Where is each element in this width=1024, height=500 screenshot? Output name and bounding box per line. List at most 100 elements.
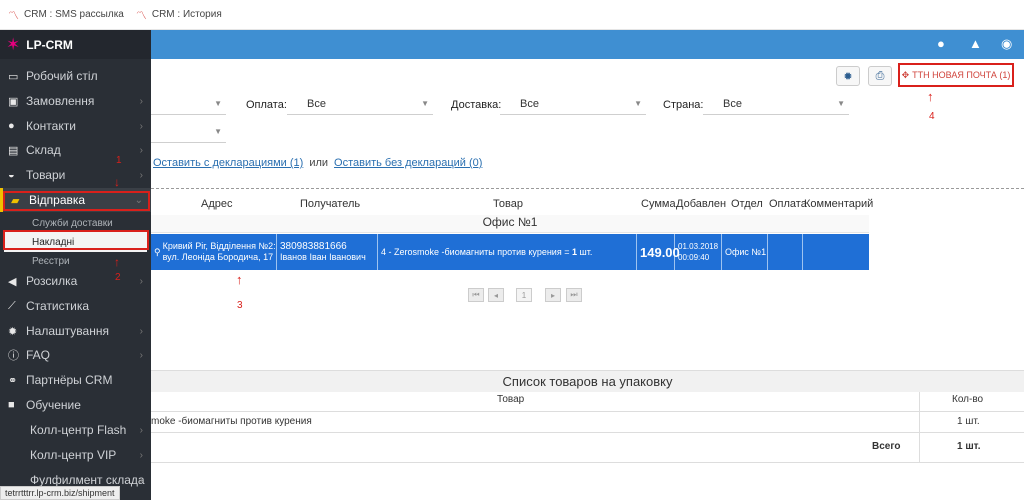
browser-tab[interactable]: 〽 CRM : SMS рассылка <box>8 7 124 23</box>
arrow-down-icon: ↓ <box>114 175 120 189</box>
chevron-right-icon: › <box>139 325 143 337</box>
filter-select[interactable]: ▼ <box>151 123 226 143</box>
archive-icon: ▤ <box>8 144 19 157</box>
sidebar-item-label: Обучение <box>26 398 81 412</box>
sidebar-item-callcenter-vip[interactable]: Колл-центр VIP › <box>0 443 151 467</box>
printer-icon: ⎙ <box>875 69 885 82</box>
packing-col-qty: Кол-во <box>952 394 984 405</box>
keep-with-declarations-link[interactable]: Оставить с декларациями (1) <box>153 157 303 169</box>
filter-select[interactable]: ▼ <box>151 95 226 115</box>
first-page-button[interactable]: ⏮ <box>468 288 484 302</box>
logo[interactable]: ✶ LP-CRM <box>0 30 151 59</box>
last-page-button[interactable]: ⏭ <box>566 288 582 302</box>
handshake-icon: ⚭ <box>8 374 18 387</box>
sidebar-item-label: Склад <box>26 143 61 157</box>
chevron-right-icon: › <box>139 449 143 461</box>
added-date: 01.03.2018 <box>678 242 719 251</box>
sidebar-item-dashboard[interactable]: ▭ Робочий стіл <box>0 64 151 88</box>
sidebar-item-training[interactable]: ■ Обучение <box>0 393 151 417</box>
sidebar-item-faq[interactable]: ⓘ FAQ › <box>0 343 151 367</box>
sidebar-item-products[interactable]: ◒ Товари › <box>0 163 151 187</box>
chevron-right-icon: › <box>139 120 143 132</box>
table-row[interactable]: ⚲ Кривий Ріг, Відділення №2: вул. Леоніда… <box>151 234 869 270</box>
chevron-right-icon: › <box>139 275 143 287</box>
sidebar-item-warehouse[interactable]: ▤ Склад › <box>0 138 151 162</box>
next-page-icon: ▸ <box>550 290 555 300</box>
browser-tab[interactable]: 〽 CRM : История <box>136 7 222 23</box>
sidebar-subitem-label: Служби доставки <box>32 217 113 229</box>
sidebar-subitem-registers[interactable]: Реєстри <box>0 251 151 271</box>
sidebar-item-statistics[interactable]: ⟋ Статистика <box>0 294 151 318</box>
col-header-added[interactable]: Добавлен <box>676 198 726 214</box>
sidebar-item-label: Контакти <box>26 119 76 133</box>
ttn-button-label: ТТН НОВАЯ ПОЧТА (1) <box>912 70 1011 80</box>
divider <box>151 411 1024 412</box>
country-filter-select[interactable]: Все ▼ <box>703 95 849 115</box>
caret-down-icon: ▼ <box>634 99 642 108</box>
col-header-address[interactable]: Адрес <box>201 198 233 214</box>
payment-filter-select[interactable]: Все ▼ <box>287 95 433 115</box>
sidebar-item-label: Партнёры CRM <box>26 373 113 387</box>
users-icon: ● <box>8 120 15 132</box>
col-header-payment[interactable]: Оплата <box>769 198 807 214</box>
col-header-department[interactable]: Отдел <box>731 198 763 214</box>
sidebar-item-settings[interactable]: ✹ Налаштування › <box>0 319 151 343</box>
video-icon: ■ <box>8 399 15 411</box>
annotation-number: 1 <box>116 155 122 166</box>
packing-col-product: Товар <box>497 394 525 405</box>
col-header-recipient[interactable]: Получатель <box>300 198 360 214</box>
prev-page-icon: ◂ <box>493 290 498 300</box>
bell-icon[interactable]: ▲ <box>969 36 982 51</box>
chevron-right-icon: › <box>139 424 143 436</box>
browser-tab-label: CRM : История <box>151 9 222 20</box>
page-number[interactable]: 1 <box>516 288 532 302</box>
col-header-product[interactable]: Товар <box>493 198 523 214</box>
next-page-button[interactable]: ▸ <box>545 288 561 302</box>
cell-sum: 149.00 <box>637 234 680 270</box>
sidebar-item-label: Товари <box>26 168 66 182</box>
packing-total-qty: 1 шт. <box>957 441 981 452</box>
sidebar-item-orders[interactable]: ▣ Замовлення › <box>0 89 151 113</box>
sidebar-item-contacts[interactable]: ● Контакти › <box>0 114 151 138</box>
recipient-phone: 380983881666 <box>280 241 347 252</box>
last-page-icon: ⏭ <box>570 290 578 299</box>
monitor-icon: ▭ <box>8 70 19 83</box>
settings-button[interactable]: ✹ <box>836 66 860 86</box>
chart-icon: 〽 <box>8 9 19 22</box>
prev-page-button[interactable]: ◂ <box>488 288 504 302</box>
sidebar-item-label: Статистика <box>26 299 90 313</box>
product-text: 4 - Zerosmoke -биомагниты против курения… <box>381 246 570 257</box>
info-icon: ⓘ <box>8 350 19 362</box>
arrow-up-icon: ↑ <box>236 272 243 287</box>
chevron-right-icon: › <box>139 349 143 361</box>
sidebar-item-callcenter-flash[interactable]: Колл-центр Flash › <box>0 418 151 442</box>
keep-without-declarations-link[interactable]: Оставить без деклараций (0) <box>334 157 482 169</box>
sidebar-item-partners[interactable]: ⚭ Партнёры CRM <box>0 368 151 392</box>
col-header-sum[interactable]: Сумма <box>641 198 676 214</box>
product-qty: 1 <box>571 246 577 257</box>
annotation-number: 2 <box>115 272 121 283</box>
sidebar-item-label: Робочий стіл <box>26 69 98 83</box>
sidebar-item-label: Замовлення <box>26 94 95 108</box>
user-icon[interactable]: ● <box>937 36 945 51</box>
sidebar-item-label: Налаштування <box>26 324 109 338</box>
sidebar-subitem-label: Реєстри <box>32 255 70 267</box>
browser-tab-label: CRM : SMS рассылка <box>24 9 124 20</box>
cell-recipient: 380983881666 Іванов Іван Іванович <box>277 234 378 270</box>
print-button[interactable]: ⎙ <box>868 66 892 86</box>
browser-tab-bar: 〽 CRM : SMS рассылка 〽 CRM : История <box>0 0 1024 30</box>
support-icon[interactable]: ◉ <box>1001 36 1012 52</box>
divider <box>919 392 920 462</box>
annotation-box <box>3 191 150 211</box>
chevron-right-icon: › <box>139 144 143 156</box>
sidebar-item-mailing[interactable]: ◀ Розсилка › <box>0 269 151 293</box>
delivery-filter-select[interactable]: Все ▼ <box>500 95 646 115</box>
map-marker-icon: ⚲ <box>154 246 161 257</box>
ttn-nova-poshta-button[interactable]: ✥ ТТН НОВАЯ ПОЧТА (1) <box>898 63 1014 87</box>
col-header-comment[interactable]: Комментарий <box>804 198 873 214</box>
sidebar-item-label: Фулфилмент склада <box>30 473 145 487</box>
delivery-filter-label: Доставка: <box>451 99 502 111</box>
move-icon: ✥ <box>901 69 910 80</box>
gear-icon: ✹ <box>8 325 18 338</box>
caret-down-icon: ▼ <box>214 127 222 136</box>
